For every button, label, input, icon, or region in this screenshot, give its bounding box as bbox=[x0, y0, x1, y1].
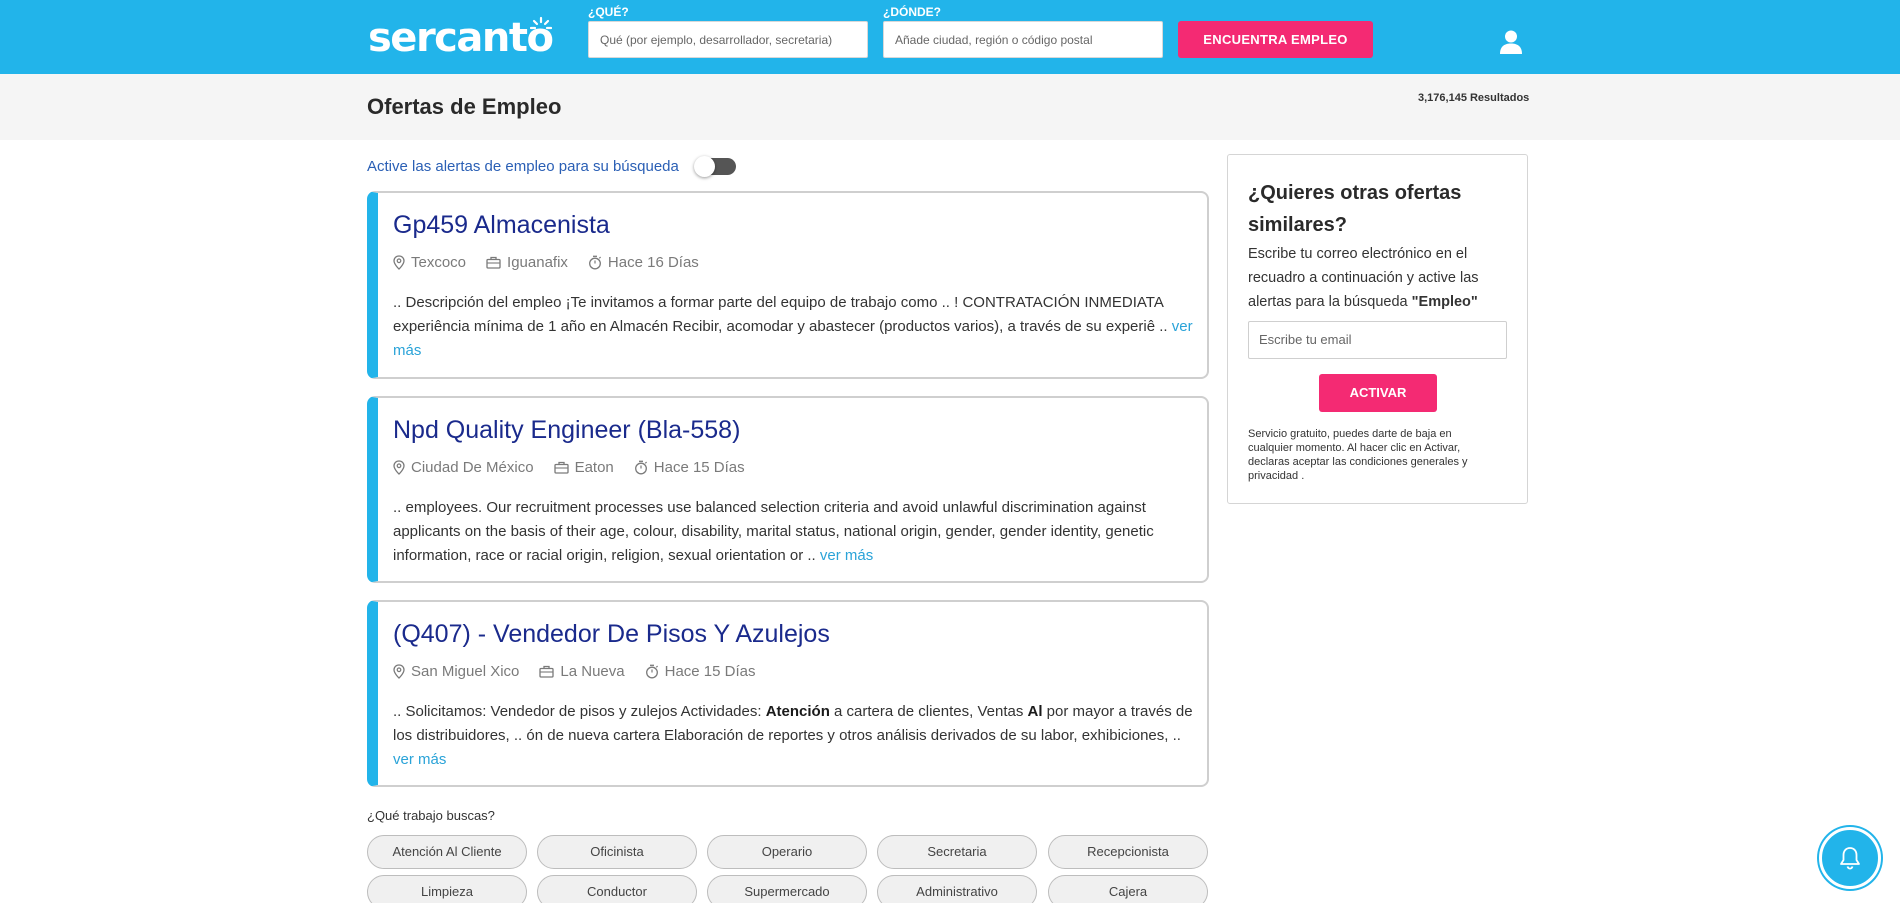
job-card[interactable]: (Q407) - Vendedor De Pisos Y Azulejos Sa… bbox=[367, 600, 1209, 787]
title-bar bbox=[0, 74, 1900, 140]
job-type-tag[interactable]: Administrativo bbox=[877, 875, 1037, 903]
job-company: Eaton bbox=[553, 459, 614, 476]
job-posted: Hace 15 Días bbox=[634, 459, 745, 476]
job-type-tag[interactable]: Secretaria bbox=[877, 835, 1037, 869]
email-alert-box: ¿Quieres otras ofertas similares? Escrib… bbox=[1227, 154, 1528, 504]
what-search-input[interactable]: Qué (por ejemplo, desarrollador, secreta… bbox=[588, 21, 868, 58]
alert-box-text: Escribe tu correo electrónico en el recu… bbox=[1248, 246, 1479, 310]
toggle-knob bbox=[694, 156, 715, 177]
job-description: .. Descripción del empleo ¡Te invitamos … bbox=[393, 294, 1193, 359]
job-type-tag[interactable]: Cajera bbox=[1048, 875, 1208, 903]
stopwatch-icon bbox=[634, 460, 647, 475]
what-label: ¿QUÉ? bbox=[588, 5, 629, 19]
alert-box-heading: ¿Quieres otras ofertas similares? bbox=[1248, 182, 1462, 236]
job-posted: Hace 15 Días bbox=[645, 663, 756, 680]
job-title-link[interactable]: Gp459 Almacenista bbox=[393, 211, 610, 240]
job-company: La Nueva bbox=[539, 663, 625, 680]
job-card[interactable]: Gp459 Almacenista Texcoco Iguanafix Hace… bbox=[367, 191, 1209, 379]
job-description: .. employees. Our recruitment processes … bbox=[393, 499, 1154, 564]
job-location: San Miguel Xico bbox=[393, 663, 519, 680]
top-navbar: sercanto ¿QUÉ? Qué (por ejemplo, desarro… bbox=[0, 0, 1900, 74]
stopwatch-icon bbox=[588, 255, 601, 270]
job-meta: Texcoco Iguanafix Hace 16 Días bbox=[393, 254, 719, 271]
job-type-tag[interactable]: Operario bbox=[707, 835, 867, 869]
job-type-tag[interactable]: Oficinista bbox=[537, 835, 697, 869]
user-icon[interactable] bbox=[1498, 29, 1524, 55]
job-meta: Ciudad De México Eaton Hace 15 Días bbox=[393, 459, 765, 476]
job-type-tag[interactable]: Recepcionista bbox=[1048, 835, 1208, 869]
page-title: Ofertas de Empleo bbox=[367, 94, 562, 119]
briefcase-icon bbox=[553, 461, 569, 474]
notifications-button[interactable] bbox=[1819, 827, 1881, 889]
job-company: Iguanafix bbox=[486, 254, 568, 271]
search-query: "Empleo" bbox=[1411, 294, 1478, 310]
job-card[interactable]: Npd Quality Engineer (Bla-558) Ciudad De… bbox=[367, 396, 1209, 583]
location-pin-icon bbox=[393, 664, 405, 679]
job-type-tag[interactable]: Supermercado bbox=[707, 875, 867, 903]
job-type-tag[interactable]: Limpieza bbox=[367, 875, 527, 903]
job-location: Ciudad De México bbox=[393, 459, 534, 476]
legal-text: Servicio gratuito, puedes darte de baja … bbox=[1248, 428, 1468, 482]
job-types-heading: ¿Qué trabajo buscas? bbox=[367, 808, 495, 823]
job-alert-toggle[interactable] bbox=[694, 156, 736, 177]
sun-icon bbox=[530, 16, 552, 30]
stopwatch-icon bbox=[645, 664, 658, 679]
results-count: 3,176,145 Resultados bbox=[1418, 92, 1530, 104]
job-posted: Hace 16 Días bbox=[588, 254, 699, 271]
job-alert-label: Active las alertas de empleo para su bús… bbox=[367, 158, 679, 175]
read-more-link[interactable]: ver más bbox=[820, 547, 873, 564]
job-description: .. Solicitamos: Vendedor de pisos y zule… bbox=[393, 703, 1193, 768]
job-type-tag[interactable]: Atención Al Cliente bbox=[367, 835, 527, 869]
where-search-input[interactable]: Añade ciudad, región o código postal bbox=[883, 21, 1163, 58]
location-pin-icon bbox=[393, 460, 405, 475]
bell-icon bbox=[1840, 847, 1860, 870]
job-location: Texcoco bbox=[393, 254, 466, 271]
where-label: ¿DÓNDE? bbox=[883, 5, 941, 19]
read-more-link[interactable]: ver más bbox=[393, 751, 446, 768]
activate-button[interactable]: ACTIVAR bbox=[1319, 374, 1437, 412]
job-title-link[interactable]: (Q407) - Vendedor De Pisos Y Azulejos bbox=[393, 620, 830, 649]
email-input[interactable]: Escribe tu email bbox=[1248, 321, 1507, 359]
job-type-tag[interactable]: Conductor bbox=[537, 875, 697, 903]
find-jobs-button[interactable]: ENCUENTRA EMPLEO bbox=[1178, 21, 1373, 58]
briefcase-icon bbox=[539, 665, 555, 678]
location-pin-icon bbox=[393, 255, 405, 270]
briefcase-icon bbox=[486, 256, 501, 269]
job-meta: San Miguel Xico La Nueva Hace 15 Días bbox=[393, 663, 776, 680]
job-title-link[interactable]: Npd Quality Engineer (Bla-558) bbox=[393, 416, 740, 445]
sercanto-logo[interactable]: sercanto bbox=[368, 16, 554, 58]
